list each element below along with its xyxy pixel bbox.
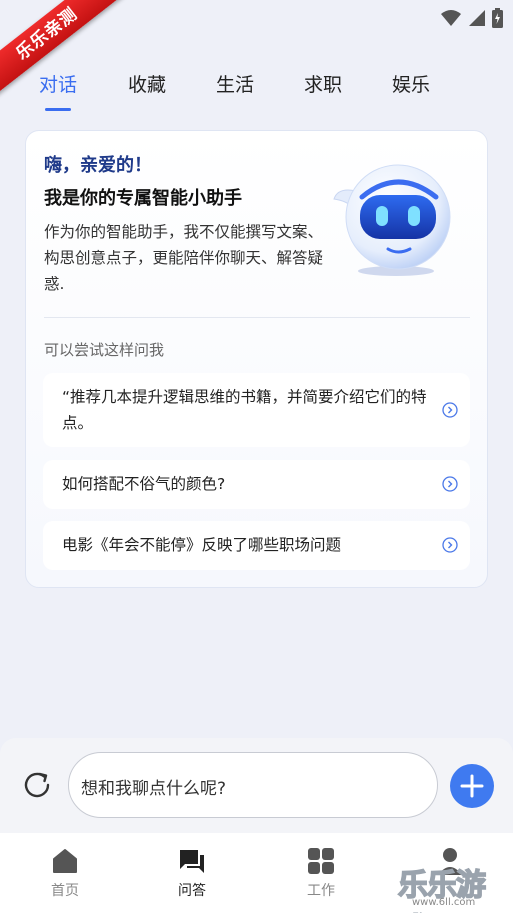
plus-icon — [460, 774, 484, 798]
wifi-icon — [441, 10, 461, 26]
refresh-icon[interactable] — [20, 768, 54, 802]
suggestion-item[interactable]: “推荐几本提升逻辑思维的书籍，并简要介绍它们的特点。 — [43, 373, 470, 447]
suggestion-item[interactable]: 如何搭配不俗气的颜色? — [43, 460, 470, 509]
chat-input-bar: 想和我聊点什么呢? — [0, 738, 513, 833]
nav-work[interactable]: 工作 — [281, 833, 361, 913]
tab-favorites[interactable]: 收藏 — [128, 70, 166, 97]
assistant-welcome-card: 嗨，亲爱的！ 我是你的专属智能小助手 作为你的智能助手，我不仅能撰写文案、构思创… — [25, 130, 488, 588]
chat-input-placeholder: 想和我聊点什么呢? — [81, 779, 227, 799]
add-button[interactable] — [450, 764, 494, 808]
greeting-text: 嗨，亲爱的！ — [44, 155, 152, 176]
suggestion-text: 如何搭配不俗气的颜色? — [62, 475, 226, 493]
tab-life[interactable]: 生活 — [216, 70, 254, 97]
assistant-description: 作为你的智能助手，我不仅能撰写文案、构思创意点子，更能陪伴你聊天、解答疑惑. — [44, 223, 324, 293]
active-tab-indicator — [45, 108, 71, 111]
home-icon — [53, 849, 77, 873]
nav-label: 首页 — [51, 883, 79, 899]
assistant-title: 我是你的专属智能小助手 — [44, 188, 242, 209]
nav-label: 问答 — [178, 883, 206, 899]
grid-icon — [308, 848, 334, 874]
nav-qa[interactable]: 问答 — [152, 833, 232, 913]
chat-input[interactable]: 想和我聊点什么呢? — [68, 752, 438, 818]
robot-mascot-icon — [333, 164, 451, 276]
suggestions-label: 可以尝试这样问我 — [44, 341, 165, 359]
chevron-right-circle-icon — [442, 537, 458, 553]
suggestion-item[interactable]: 电影《年会不能停》反映了哪些职场问题 — [43, 521, 470, 570]
suggestion-text: 电影《年会不能停》反映了哪些职场问题 — [62, 536, 342, 554]
status-icons — [440, 8, 503, 28]
tab-chat[interactable]: 对话 — [39, 70, 77, 97]
suggestion-text: “推荐几本提升逻辑思维的书籍，并简要介绍它们的特点。 — [62, 388, 427, 432]
category-tabs: 对话 收藏 生活 求职 娱乐 — [0, 70, 513, 120]
tab-jobs[interactable]: 求职 — [304, 70, 342, 97]
chevron-right-circle-icon — [442, 402, 458, 418]
nav-home[interactable]: 首页 — [25, 833, 105, 913]
chevron-right-circle-icon — [442, 476, 458, 492]
watermark: 乐乐游戏 www.6ll.com — [397, 860, 513, 913]
card-divider — [44, 317, 470, 318]
chat-icon — [180, 850, 204, 873]
nav-label: 工作 — [307, 883, 335, 899]
signal-icon — [469, 10, 485, 26]
watermark-url: www.6ll.com — [412, 897, 476, 908]
battery-icon — [492, 8, 503, 28]
tab-entertainment[interactable]: 娱乐 — [392, 70, 430, 97]
